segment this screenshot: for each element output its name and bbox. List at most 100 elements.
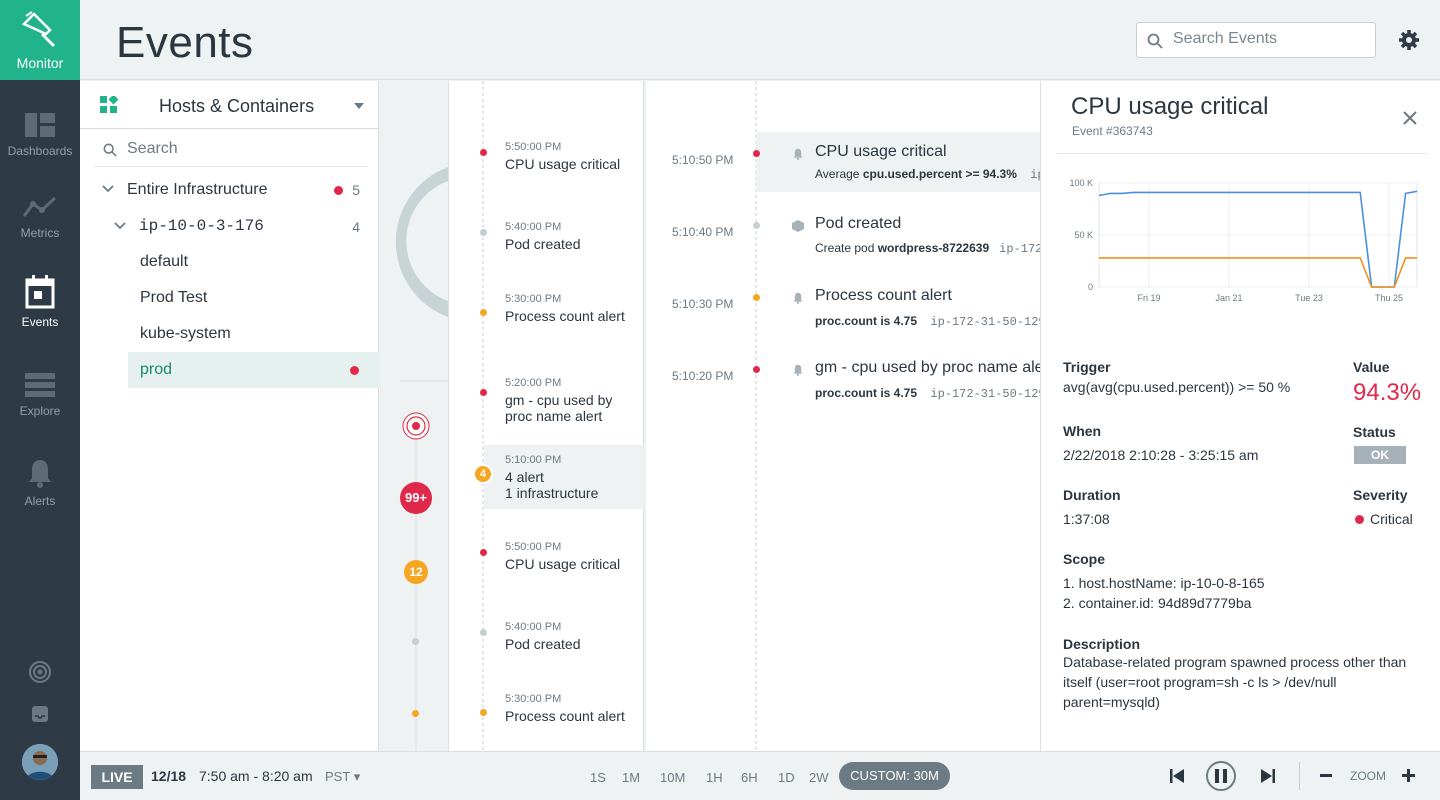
range-1m[interactable]: 1M xyxy=(622,770,640,785)
event-sub-metric: wordpress-8722639 xyxy=(877,241,990,255)
item-name: Process count alert xyxy=(505,308,625,324)
event-row[interactable]: 5:10:50 PM CPU usage critical Average cp… xyxy=(646,137,1040,197)
skip-back-icon[interactable] xyxy=(1169,768,1185,784)
range-1h[interactable]: 1H xyxy=(706,770,723,785)
search-events-box[interactable] xyxy=(1136,22,1376,58)
event-title: gm - cpu used by proc name ale xyxy=(815,359,1040,376)
footer-time-range: 7:50 am - 8:20 am xyxy=(199,768,313,784)
brand-monitor[interactable]: Monitor xyxy=(0,0,80,80)
zoom-out-icon[interactable] xyxy=(1320,774,1332,778)
gear-icon[interactable] xyxy=(1398,29,1420,51)
event-cluster-badge[interactable]: 12 xyxy=(404,560,428,584)
event-detail-panel: CPU usage critical Event #363743 100 K 50… xyxy=(1040,81,1440,751)
avatar-icon xyxy=(22,744,58,780)
caret-down-icon xyxy=(354,103,364,109)
timezone-label: PST xyxy=(325,769,351,784)
event-time: 5:10:20 PM xyxy=(672,369,734,383)
item-time: 5:20:00 PM xyxy=(505,377,562,389)
item-name-2: 1 infrastructure xyxy=(505,485,599,501)
list-item[interactable]: 5:40:00 PM Pod created xyxy=(505,621,635,652)
item-time: 5:40:00 PM xyxy=(505,621,562,633)
status-label: Status xyxy=(1353,424,1396,440)
item-name: CPU usage critical xyxy=(505,556,621,572)
inbox-icon[interactable] xyxy=(31,705,49,723)
list-item-selected[interactable]: 5:10:00 PM 4 alert 1 infrastructure xyxy=(484,445,644,509)
alert-dot xyxy=(334,186,343,195)
nav-explore[interactable]: Explore xyxy=(0,372,80,418)
event-row[interactable]: 5:10:40 PM Pod created Create pod wordpr… xyxy=(646,209,1040,269)
value-label: Value xyxy=(1353,359,1390,375)
event-time: 5:10:40 PM xyxy=(672,225,734,239)
nav-alerts[interactable]: Alerts xyxy=(0,458,80,508)
range-2w[interactable]: 2W xyxy=(809,770,829,785)
bell-icon xyxy=(793,292,803,304)
list-item[interactable]: 5:20:00 PM gm - cpu used by proc name ale… xyxy=(505,377,625,424)
divider xyxy=(1057,153,1427,154)
target-icon[interactable] xyxy=(29,661,51,683)
value-readout: 94.3% xyxy=(1353,379,1422,406)
tree-host[interactable]: ip-10-0-3-176 4 xyxy=(80,215,378,237)
severity-dot xyxy=(480,309,487,316)
event-title: Process count alert xyxy=(815,287,952,304)
nav-metrics[interactable]: Metrics xyxy=(0,194,80,240)
severity-dot xyxy=(480,549,487,556)
event-title: Pod created xyxy=(815,215,902,232)
range-1d[interactable]: 1D xyxy=(778,770,795,785)
event-row[interactable]: 5:10:30 PM Process count alert proc.coun… xyxy=(646,281,1040,341)
event-sub-pre: Average xyxy=(815,167,863,181)
list-item[interactable]: 5:40:00 PM Pod created xyxy=(505,221,635,252)
tree-root-count: 5 xyxy=(352,182,360,198)
scope-selector[interactable]: Hosts & Containers xyxy=(80,81,378,129)
chevron-down-icon[interactable] xyxy=(102,185,114,193)
event-sub-post: is 4.75 xyxy=(877,314,918,328)
divider xyxy=(1299,762,1300,790)
live-badge[interactable]: LIVE xyxy=(91,765,143,789)
cube-icon xyxy=(792,220,804,232)
list-item[interactable]: 5:30:00 PM Process count alert xyxy=(505,693,625,724)
range-6h[interactable]: 6H xyxy=(741,770,758,785)
event-sub-host: ip-172-31-50-129 xyxy=(930,387,1040,401)
event-cluster-badge[interactable]: 99+ xyxy=(400,482,432,514)
scope-tree-panel: Hosts & Containers Search Entire Infrast… xyxy=(80,81,379,751)
list-item[interactable]: 5:50:00 PM CPU usage critical xyxy=(505,141,635,172)
tree-search[interactable]: Search xyxy=(94,133,368,167)
event-groups-list: 5:50:00 PM CPU usage critical 5:40:00 PM P… xyxy=(448,81,644,751)
event-row[interactable]: 5:10:20 PM gm - cpu used by proc name al… xyxy=(646,353,1040,413)
timeline-column[interactable]: 99+ 12 xyxy=(380,81,448,751)
item-name: Pod created xyxy=(505,236,581,252)
metrics-icon xyxy=(22,196,57,217)
tree-item-prod-test[interactable]: Prod Test xyxy=(140,289,207,307)
target-icon[interactable] xyxy=(402,412,430,440)
nav-events[interactable]: Events xyxy=(0,275,80,329)
close-icon[interactable] xyxy=(1403,111,1417,125)
list-item[interactable]: 5:30:00 PM Process count alert xyxy=(505,293,625,324)
event-title: CPU usage critical xyxy=(815,143,947,160)
duration-label: Duration xyxy=(1063,487,1121,503)
chevron-down-icon[interactable] xyxy=(114,222,126,230)
when-value: 2/22/2018 2:10:28 - 3:25:15 am xyxy=(1063,447,1259,463)
pause-button[interactable] xyxy=(1206,761,1236,791)
range-1s[interactable]: 1S xyxy=(590,770,606,785)
avatar[interactable] xyxy=(22,744,58,780)
chart-x-tick: Fri 19 xyxy=(1137,293,1160,303)
tree-root[interactable]: Entire Infrastructure 5 xyxy=(80,179,378,201)
custom-range-button[interactable]: CUSTOM: 30M xyxy=(839,762,950,790)
timezone-select[interactable]: PST ▾ xyxy=(325,769,360,785)
list-item[interactable]: 5:50:00 PM CPU usage critical xyxy=(505,541,635,572)
tree-item-default[interactable]: default xyxy=(140,253,188,271)
left-nav: Monitor Dashboards Metrics Events Explor… xyxy=(0,0,80,800)
severity-dot xyxy=(753,294,760,301)
pause-icon xyxy=(1215,769,1227,783)
zoom-in-icon[interactable] xyxy=(1402,769,1415,782)
nav-dashboards[interactable]: Dashboards xyxy=(0,112,80,158)
alert-dot xyxy=(350,366,359,375)
range-10m[interactable]: 10M xyxy=(660,770,685,785)
tree-item-kube-system[interactable]: kube-system xyxy=(140,325,231,343)
severity-dot xyxy=(753,150,760,157)
event-sub-metric: proc.count xyxy=(815,386,877,400)
skip-forward-icon[interactable] xyxy=(1260,768,1276,784)
search-events-input[interactable] xyxy=(1173,30,1368,48)
tree-item-prod-selected[interactable]: prod xyxy=(128,352,379,388)
item-time: 5:30:00 PM xyxy=(505,693,562,705)
event-sub-host: ip-172-31-50-129 xyxy=(930,315,1040,329)
